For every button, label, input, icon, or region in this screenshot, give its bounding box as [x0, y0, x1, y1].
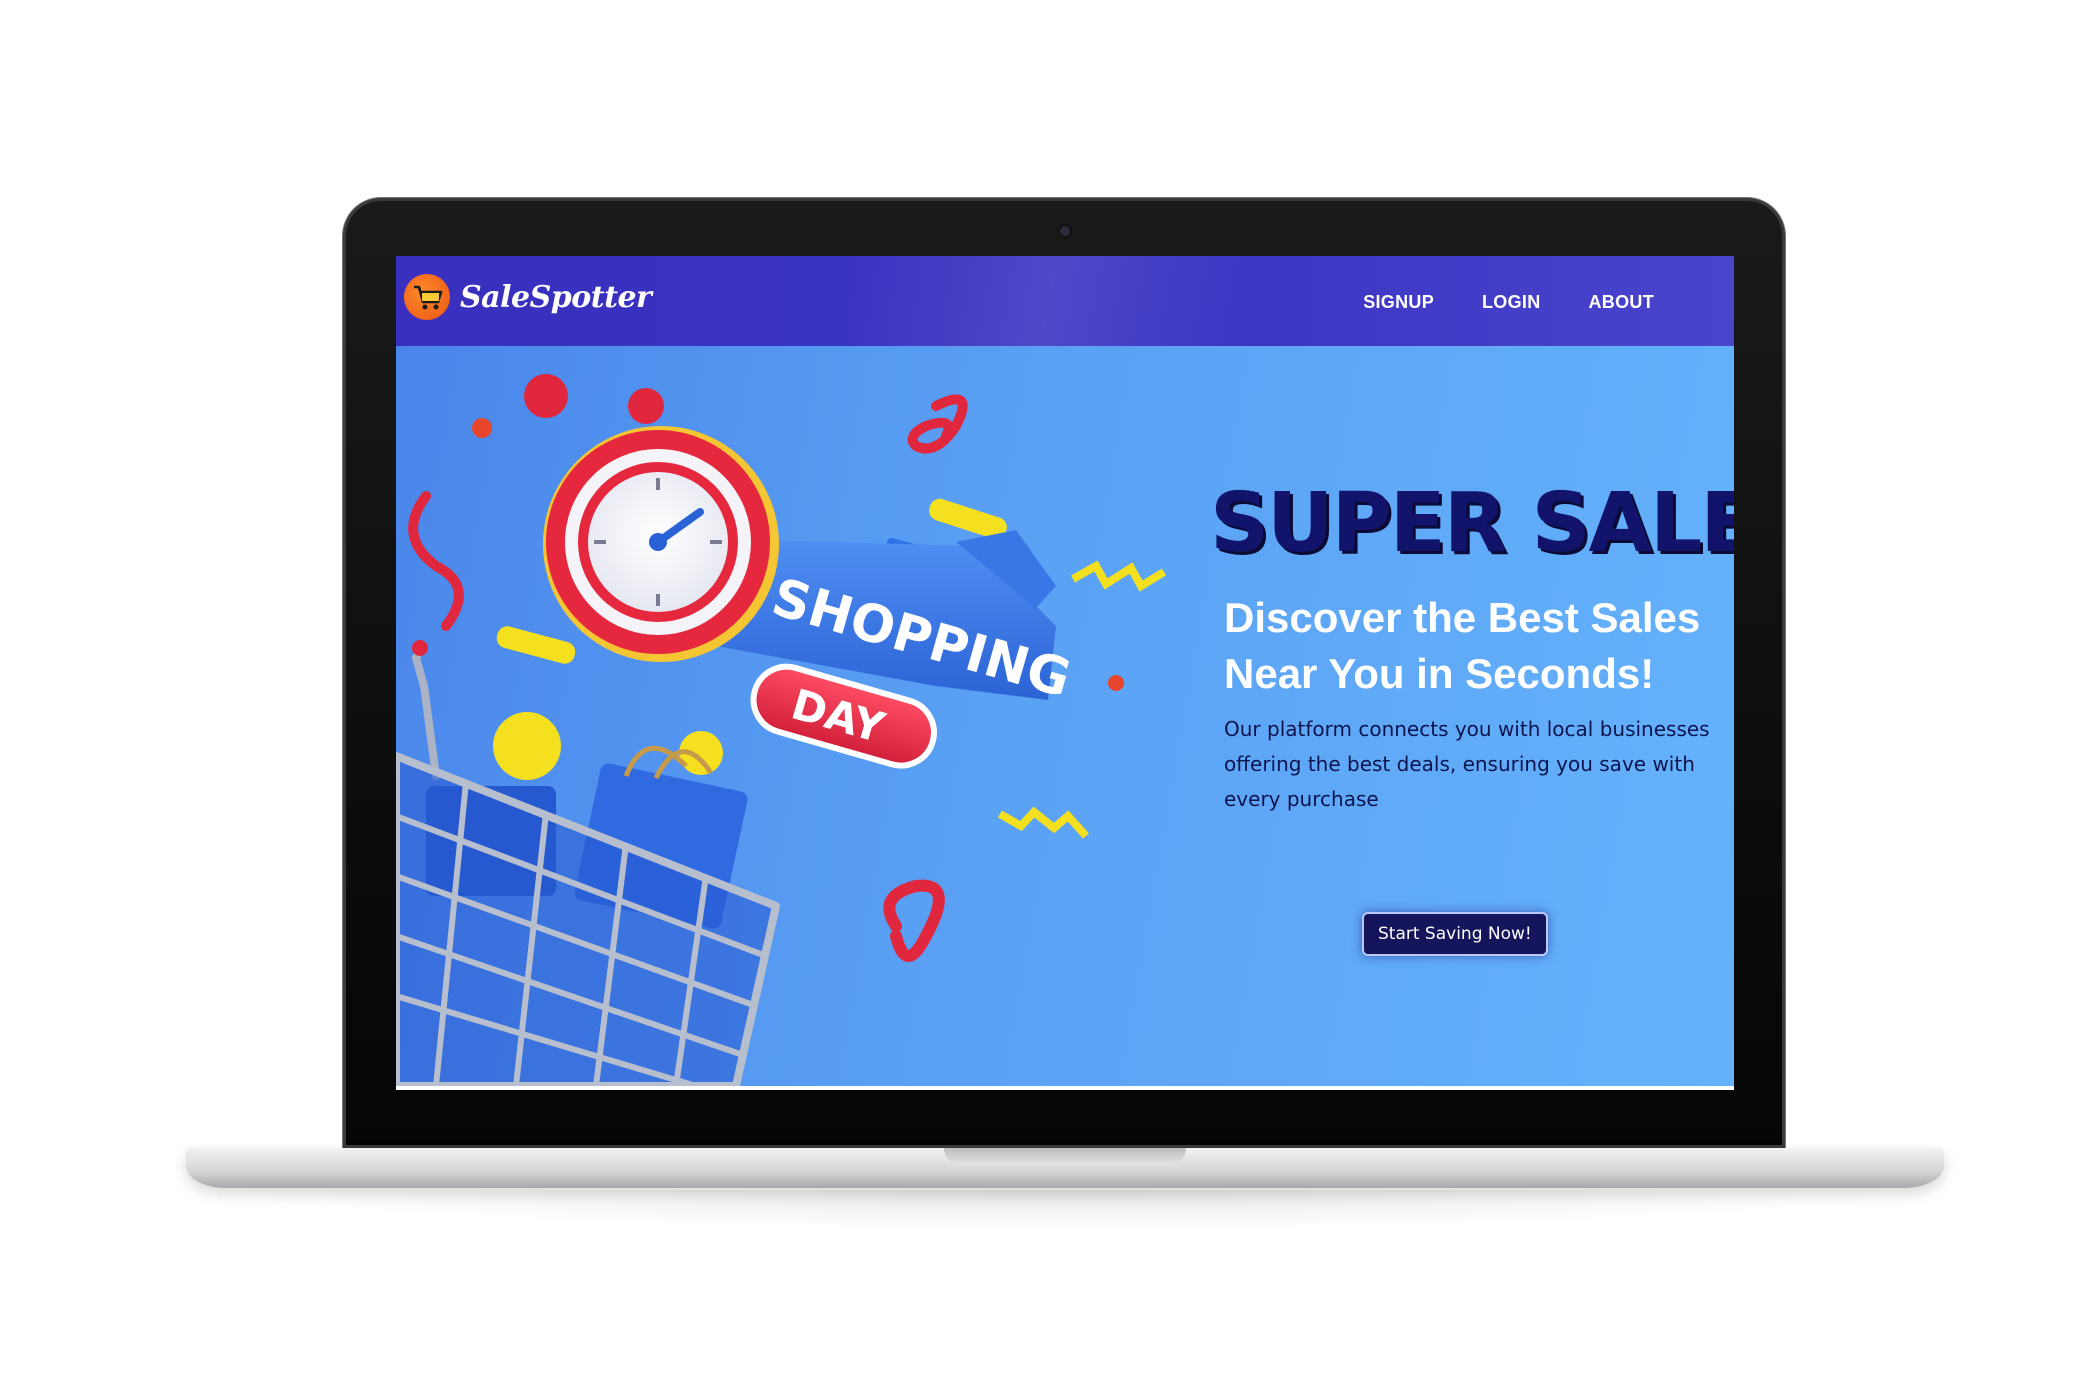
shopping-cart-logo-icon [404, 274, 450, 320]
confetti-dot [472, 418, 492, 438]
confetti-squiggle [408, 491, 464, 631]
webcam [1060, 226, 1070, 236]
laptop-shadow [220, 1190, 1910, 1230]
confetti-stick [496, 626, 576, 664]
nav-about-link[interactable]: ABOUT [1589, 292, 1655, 313]
hero-title: SUPER SALE [1210, 476, 1734, 571]
confetti-zigzag [1071, 560, 1167, 592]
confetti-zigzag [998, 806, 1089, 839]
nav-signup-link[interactable]: SIGNUP [1363, 292, 1434, 313]
hero-subtitle: Discover the Best Sales Near You in Seco… [1224, 590, 1724, 702]
nav-login-link[interactable]: LOGIN [1482, 292, 1541, 313]
brand-logo[interactable]: SaleSpotter [404, 274, 652, 320]
brand-name: SaleSpotter [460, 279, 652, 315]
shopping-day-illustration: SHOPPING DAY [396, 374, 1167, 1086]
confetti-squiggle [883, 879, 945, 962]
hero-subtitle-line: Near You in Seconds! [1224, 650, 1655, 697]
hero-description: Our platform connects you with local bus… [1224, 717, 1710, 811]
alarm-clock-icon [524, 374, 779, 662]
laptop-base-notch [944, 1148, 1186, 1166]
start-saving-button[interactable]: Start Saving Now! [1362, 912, 1548, 956]
hero-section: SHOPPING DAY SUPER SALE Discover the Bes… [396, 346, 1734, 1086]
nav-links: SIGNUP LOGIN ABOUT [1363, 292, 1654, 313]
hero-subtitle-line: Discover the Best Sales [1224, 594, 1701, 641]
shopping-cart-icon [396, 640, 780, 1086]
confetti-squiggle [907, 394, 968, 454]
screen-bottom-edge [396, 1086, 1734, 1090]
browser-viewport: SaleSpotter SIGNUP LOGIN ABOUT SHOPPING … [396, 256, 1734, 1090]
navbar: SaleSpotter SIGNUP LOGIN ABOUT [396, 256, 1734, 346]
confetti-dot [1108, 675, 1124, 691]
confetti-ball [493, 712, 561, 780]
